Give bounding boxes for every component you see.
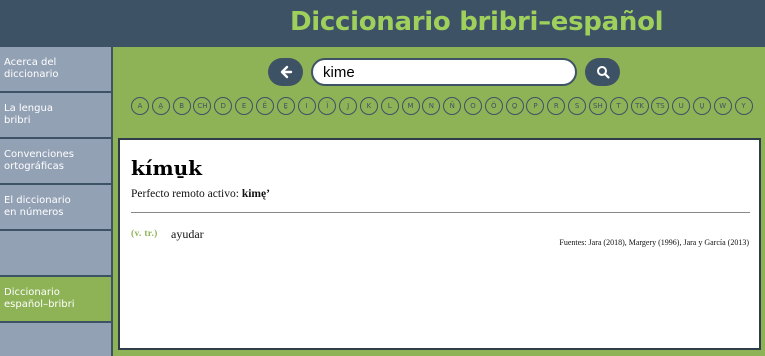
sources: Fuentes: Jara (2018), Margery (1996), Ja… xyxy=(559,238,749,247)
letter-button[interactable]: U xyxy=(672,97,691,115)
sidebar-item-spanish-bribri[interactable]: Diccionario español–bribri xyxy=(0,277,111,323)
sidebar-item-numbers[interactable]: El diccionario en números xyxy=(0,185,111,231)
search-input[interactable] xyxy=(311,58,577,86)
letter-button[interactable]: U̱ xyxy=(692,97,711,115)
sidebar-item-language[interactable]: La lengua bribri xyxy=(0,93,111,139)
sidebar-item-label: Convenciones xyxy=(4,149,74,160)
letter-button[interactable]: W xyxy=(713,97,732,115)
letter-button[interactable]: Y xyxy=(734,97,753,115)
sidebar-item-label: español–bribri xyxy=(4,299,75,310)
part-of-speech: (v. tr.) xyxy=(131,229,158,239)
letter-button[interactable]: CH xyxy=(193,97,212,115)
sidebar-item-label: en números xyxy=(4,207,64,218)
letter-button[interactable]: A xyxy=(131,97,149,115)
letter-button[interactable]: D xyxy=(214,97,233,115)
sidebar-item-conventions[interactable]: Convenciones ortográficas xyxy=(0,139,111,185)
sidebar: Acerca del diccionario La lengua bribri … xyxy=(0,47,113,356)
sidebar-item-label: ortográficas xyxy=(4,161,64,172)
sidebar-item-about[interactable]: Acerca del diccionario xyxy=(0,47,111,93)
letter-button[interactable]: Ñ xyxy=(443,97,462,115)
magnifier-icon xyxy=(596,66,610,79)
sidebar-item-label: El diccionario xyxy=(4,195,71,206)
sidebar-item-label: La lengua xyxy=(4,103,53,114)
sidebar-item-label: bribri xyxy=(4,115,31,126)
definition: ayudar xyxy=(171,227,204,241)
letter-button[interactable]: I xyxy=(297,97,316,115)
letter-button[interactable]: L xyxy=(380,97,399,115)
letter-button[interactable]: TS xyxy=(651,97,670,115)
letter-button[interactable]: B xyxy=(172,97,191,115)
letter-button[interactable]: O xyxy=(464,97,482,115)
letter-button[interactable]: SH xyxy=(588,97,607,115)
entry-panel: kímu̱k Perfecto remoto activo: kimę’ (v.… xyxy=(118,138,761,350)
letter-button[interactable]: P xyxy=(526,97,545,115)
search-button[interactable] xyxy=(585,58,620,86)
back-button[interactable] xyxy=(268,58,303,86)
letter-button[interactable]: O̱ xyxy=(505,97,524,115)
entry-headword: kímu̱k xyxy=(131,156,203,180)
sidebar-item-empty[interactable] xyxy=(0,231,111,277)
sidebar-item-label: Diccionario xyxy=(4,287,60,298)
page-title: Diccionario bribri–español xyxy=(290,7,664,37)
letter-button[interactable]: E xyxy=(235,97,254,115)
letter-button[interactable]: E̱ xyxy=(276,97,295,115)
divider xyxy=(131,212,750,213)
arrow-left-icon xyxy=(280,65,292,79)
header: Diccionario bribri–español xyxy=(0,0,765,47)
letter-button[interactable]: T xyxy=(609,97,628,115)
entry-note-label: Perfecto remoto activo: xyxy=(131,188,239,200)
letter-button[interactable]: Ë xyxy=(255,97,274,115)
entry-note-form: kimę’ xyxy=(241,188,270,200)
letter-button[interactable]: N xyxy=(422,97,441,115)
alphabet-nav: A A̱ B CH D E Ë E̱ I Ï J K L M N Ñ O Ö O̱ P R S SH T TK TS U U̱ W Y xyxy=(131,97,755,117)
letter-button[interactable]: A̱ xyxy=(151,97,170,115)
letter-button[interactable]: R xyxy=(547,97,566,115)
letter-button[interactable]: K xyxy=(359,97,378,115)
letter-button[interactable]: TK xyxy=(630,97,649,115)
letter-button[interactable]: S xyxy=(568,97,587,115)
letter-button[interactable]: M xyxy=(401,97,420,115)
letter-button[interactable]: Ö xyxy=(484,97,503,115)
sidebar-item-label: Acerca del xyxy=(4,57,57,68)
letter-button[interactable]: J xyxy=(339,97,358,115)
sidebar-item-label: diccionario xyxy=(4,69,59,80)
letter-button[interactable]: Ï xyxy=(318,97,337,115)
entry-note: Perfecto remoto activo: kimę’ xyxy=(131,188,270,200)
